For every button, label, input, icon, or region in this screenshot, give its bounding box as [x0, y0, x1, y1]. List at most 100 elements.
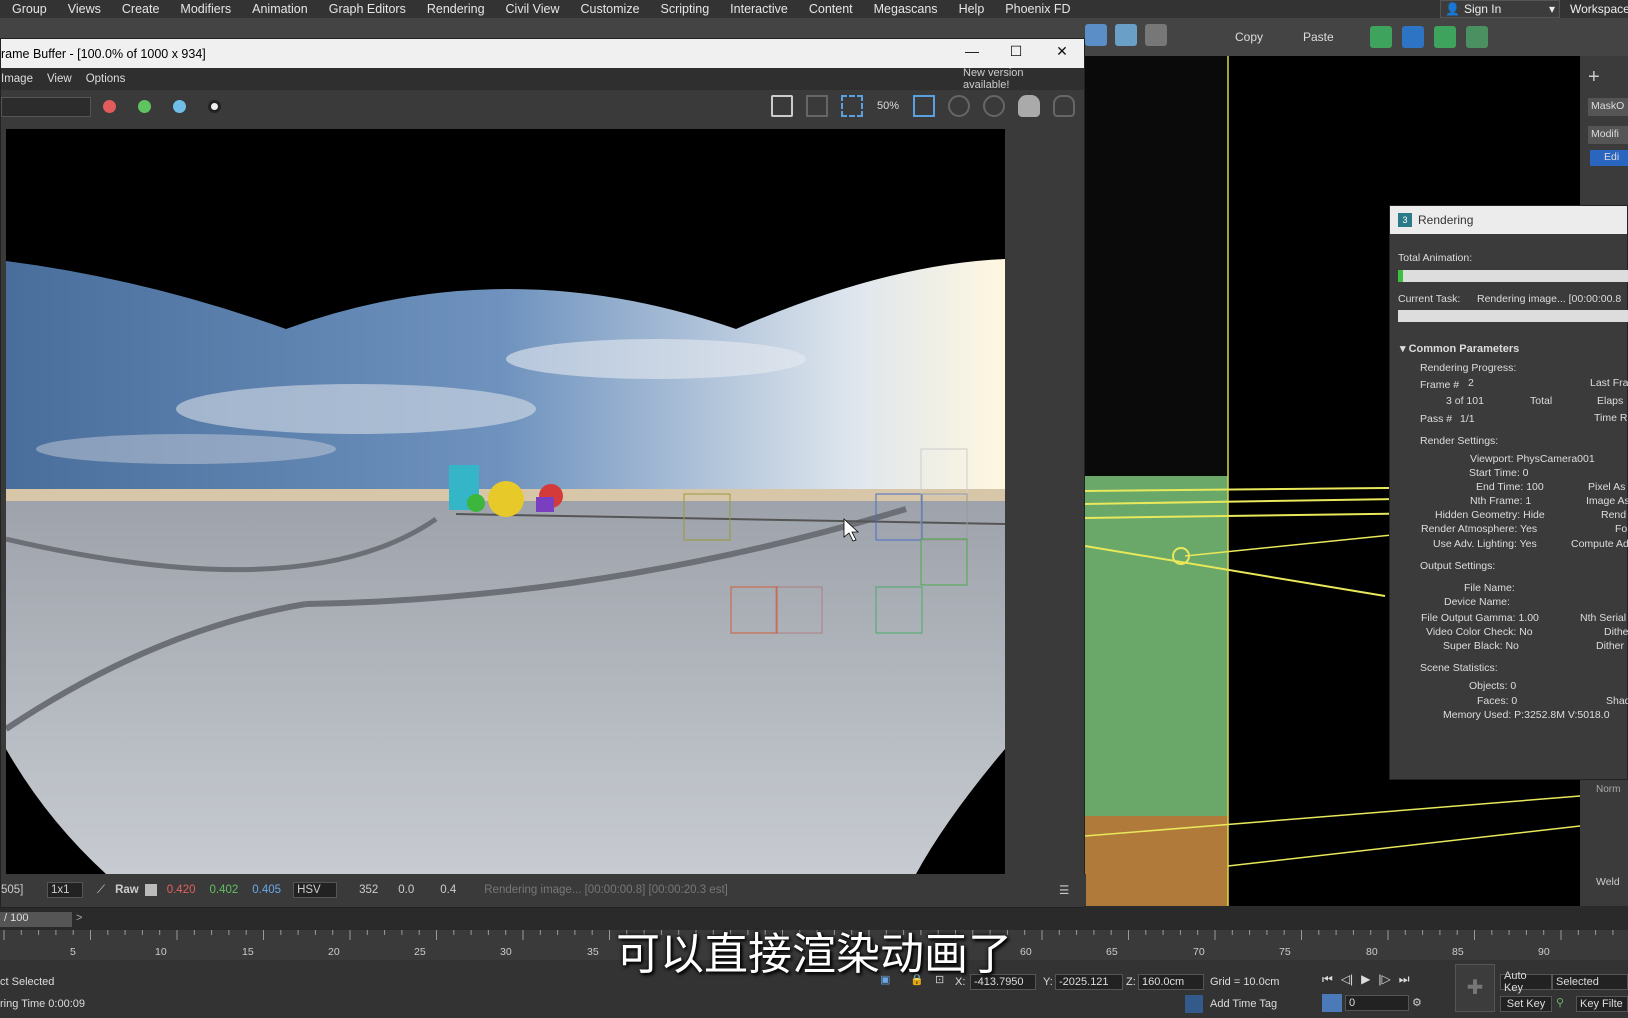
frame-count: 3 of 101 — [1446, 395, 1484, 407]
scene-statistics-label: Scene Statistics: — [1420, 662, 1498, 674]
current-frame-field[interactable]: 0 — [1345, 995, 1409, 1011]
close-icon[interactable]: ✕ — [1051, 43, 1073, 60]
menu-megascans[interactable]: Megascans — [862, 2, 947, 16]
refresh-icon[interactable] — [983, 95, 1005, 117]
stop-render-icon[interactable] — [1053, 95, 1075, 117]
sign-in-dropdown[interactable]: 👤 Sign In ▾ — [1440, 0, 1560, 18]
menu-graph-editors[interactable]: Graph Editors — [317, 2, 415, 16]
render-teapot-icon[interactable] — [1145, 24, 1167, 46]
rendering-time-status: ring Time 0:00:09 — [0, 998, 85, 1010]
file-name-label: File Name: — [1464, 582, 1515, 594]
red-channel-toggle[interactable] — [103, 100, 116, 113]
rendering-progress-dialog: 3 Rendering Total Animation: Current Tas… — [1389, 205, 1628, 780]
object-name-field[interactable]: MaskO — [1588, 98, 1628, 116]
rendered-image[interactable] — [6, 129, 1005, 874]
modifier-list-dropdown[interactable]: Modifi — [1588, 126, 1628, 144]
time-config-icon[interactable] — [1322, 994, 1342, 1012]
rendered-frame-window-icon[interactable] — [1115, 24, 1137, 46]
blue-channel-toggle[interactable] — [173, 100, 186, 113]
new-version-notice[interactable]: New version available! — [963, 67, 1070, 91]
save-icon[interactable] — [771, 95, 793, 117]
add-time-tag-button[interactable]: Add Time Tag — [1210, 998, 1277, 1010]
menu-scripting[interactable]: Scripting — [649, 2, 719, 16]
green-export-icon[interactable] — [1466, 26, 1488, 48]
menu-rendering[interactable]: Rendering — [415, 2, 494, 16]
menu-interactive[interactable]: Interactive — [718, 2, 797, 16]
green-channel-toggle[interactable] — [138, 100, 151, 113]
history-icon[interactable] — [948, 95, 970, 117]
zoom-button[interactable]: 50% — [876, 95, 900, 117]
current-task-progressbar — [1398, 310, 1628, 322]
copy-button[interactable]: Copy — [1235, 30, 1263, 44]
red-value: 0.420 — [166, 884, 196, 896]
menu-image[interactable]: Image — [1, 73, 33, 85]
minimize-icon[interactable]: — — [961, 43, 983, 59]
frame-buffer-menubar: Image View Options New version available… — [1, 67, 1084, 91]
time-tag-icon[interactable] — [1185, 995, 1203, 1013]
maximize-icon[interactable]: ☐ — [1005, 43, 1027, 60]
workspaces-label[interactable]: Workspaces — [1570, 0, 1628, 18]
nth-frame-setting: Nth Frame: 1 — [1470, 495, 1532, 507]
color-picker-icon[interactable]: ⟋ — [97, 884, 105, 897]
menu-civil-view[interactable]: Civil View — [494, 2, 569, 16]
compute-adv-label: Compute Ad — [1571, 538, 1628, 550]
render-progress-message: Rendering image... [00:00:00.8] [00:00:2… — [484, 884, 728, 896]
modifier-stack-item[interactable]: Edi — [1590, 150, 1628, 166]
common-parameters-header[interactable]: ▾ Common Parameters — [1400, 342, 1519, 355]
elapsed-label: Elaps — [1597, 395, 1624, 407]
menu-phoenix-fd[interactable]: Phoenix FD — [993, 2, 1079, 16]
green-tool-icon[interactable] — [1370, 26, 1392, 48]
end-time-setting: End Time: 100 — [1476, 481, 1544, 493]
crop-icon[interactable] — [913, 95, 935, 117]
time-config-gear-icon[interactable]: ⚙ — [1412, 996, 1422, 1009]
color-mode-dropdown[interactable]: HSV — [293, 882, 338, 898]
alpha-channel-toggle[interactable] — [208, 100, 221, 113]
menu-help[interactable]: Help — [947, 2, 994, 16]
menu-create[interactable]: Create — [110, 2, 169, 16]
file-output-gamma-setting: File Output Gamma: 1.00 — [1421, 612, 1539, 624]
menu-group[interactable]: Group — [0, 2, 56, 16]
render-setup-icon[interactable] — [1085, 24, 1107, 46]
blue-value: 0.405 — [252, 884, 282, 896]
region-select-icon[interactable] — [841, 95, 863, 117]
render-teapot-icon[interactable] — [1018, 95, 1040, 117]
green-refresh-icon[interactable] — [1434, 26, 1456, 48]
set-key-button[interactable]: Set Key — [1500, 996, 1552, 1012]
render-atmosphere-setting: Render Atmosphere: Yes — [1421, 523, 1538, 535]
image-aspect-label: Image As — [1586, 495, 1628, 507]
green-value: 0.402 — [209, 884, 239, 896]
sign-in-label: Sign In — [1463, 2, 1502, 16]
video-color-check-setting: Video Color Check: No — [1426, 626, 1533, 638]
blue-tool-icon[interactable] — [1402, 26, 1424, 48]
dither-label: Dithe — [1604, 626, 1628, 638]
menu-animation[interactable]: Animation — [240, 2, 317, 16]
ratio-dropdown[interactable]: 1x1 — [47, 882, 83, 898]
color-swatch — [144, 884, 157, 896]
hidden-geometry-setting: Hidden Geometry: Hide — [1435, 509, 1545, 521]
menu-content[interactable]: Content — [797, 2, 862, 16]
plus-icon[interactable]: + — [1588, 66, 1600, 89]
user-icon: 👤 — [1445, 2, 1460, 16]
shadow-label: Shad — [1606, 695, 1628, 707]
value-value: 0.4 — [440, 884, 457, 896]
coord-readout: 505] — [1, 884, 24, 896]
paste-button[interactable]: Paste — [1303, 30, 1334, 44]
render-settings-label: Render Settings: — [1420, 435, 1499, 447]
main-menubar: Group Views Create Modifiers Animation G… — [0, 0, 1628, 18]
copy-image-icon[interactable] — [806, 95, 828, 117]
channel-dropdown[interactable] — [1, 97, 91, 117]
last-frame-label: Last Fra — [1590, 377, 1628, 389]
menu-options[interactable]: Options — [86, 73, 126, 85]
viewport-setting: Viewport: PhysCamera001 — [1470, 453, 1595, 465]
menu-view[interactable]: View — [47, 73, 72, 85]
app-icon: 3 — [1398, 213, 1412, 227]
menu-modifiers[interactable]: Modifiers — [168, 2, 240, 16]
log-icon[interactable]: ☰ — [1059, 883, 1069, 897]
faces-stat: Faces: 0 — [1477, 695, 1518, 707]
total-animation-label: Total Animation: — [1398, 252, 1473, 264]
menu-views[interactable]: Views — [56, 2, 110, 16]
key-filter-icon[interactable]: ⚲ — [1556, 996, 1564, 1009]
current-task-value: Rendering image... [00:00:00.8 — [1477, 293, 1622, 305]
key-filters-button[interactable]: Key Filte — [1576, 996, 1628, 1012]
menu-customize[interactable]: Customize — [568, 2, 648, 16]
